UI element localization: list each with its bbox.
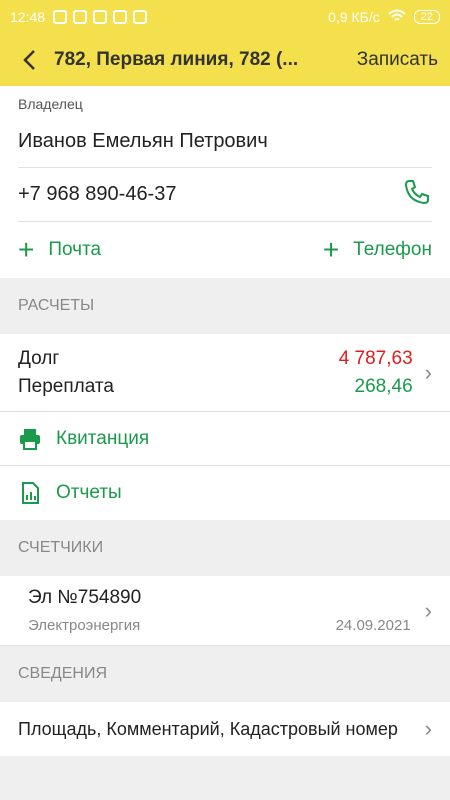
owner-name: Иванов Емельян Петрович xyxy=(18,112,432,168)
details-section-title: СВЕДЕНИЯ xyxy=(0,646,450,702)
plus-icon: + xyxy=(322,234,340,265)
calculations-card: Долг Переплата 4 787,63 268,46 › Квитанц… xyxy=(0,334,450,520)
add-contacts-row: + Почта + Телефон xyxy=(18,222,432,278)
notification-icon xyxy=(113,10,128,24)
overpay-value: 268,46 xyxy=(354,375,413,397)
add-email-button[interactable]: + Почта xyxy=(18,236,101,264)
phone-icon xyxy=(404,179,429,204)
debt-label: Долг xyxy=(18,347,60,369)
add-phone-button[interactable]: + Телефон xyxy=(323,236,432,264)
reports-button[interactable]: Отчеты xyxy=(0,466,450,520)
owner-card: Владелец Иванов Емельян Петрович +7 968 … xyxy=(0,86,450,278)
save-button[interactable]: Записать xyxy=(357,49,438,71)
meter-type: Электроэнергия xyxy=(28,617,141,634)
add-email-label: Почта xyxy=(48,239,102,260)
receipt-button[interactable]: Квитанция xyxy=(0,412,450,466)
debt-value: 4 787,63 xyxy=(338,347,413,369)
battery-indicator: 22 xyxy=(413,10,440,24)
plus-icon: + xyxy=(18,234,35,265)
warning-icon xyxy=(93,10,108,24)
overpay-label: Переплата xyxy=(18,375,114,397)
notification-icon xyxy=(133,10,148,24)
notification-icon xyxy=(73,10,88,24)
details-summary: Площадь, Комментарий, Кадастровый номер xyxy=(18,718,398,739)
report-icon xyxy=(22,482,39,504)
details-row[interactable]: Площадь, Комментарий, Кадастровый номер … xyxy=(0,702,450,756)
wifi-icon xyxy=(388,9,406,26)
printer-icon xyxy=(20,428,40,450)
meter-item[interactable]: Эл №754890 Электроэнергия 24.09.2021 › xyxy=(0,576,450,646)
receipt-label: Квитанция xyxy=(56,427,150,449)
add-phone-label: Телефон xyxy=(353,239,432,260)
meter-date: 24.09.2021 xyxy=(335,617,411,634)
chevron-right-icon: › xyxy=(424,716,432,741)
network-speed: 0,9 КБ/с xyxy=(328,9,380,25)
call-button[interactable] xyxy=(402,177,432,213)
balance-row[interactable]: Долг Переплата 4 787,63 268,46 › xyxy=(0,334,450,412)
back-button[interactable] xyxy=(12,43,46,77)
reports-label: Отчеты xyxy=(56,482,122,503)
phone-row: +7 968 890-46-37 xyxy=(18,168,432,222)
calculations-section-title: РАСЧЕТЫ xyxy=(0,278,450,334)
meters-section-title: СЧЕТЧИКИ xyxy=(0,520,450,576)
meter-name: Эл №754890 xyxy=(28,587,142,608)
status-bar: 12:48 0,9 КБ/с 22 xyxy=(0,0,450,34)
notification-icons xyxy=(53,10,148,24)
notification-icon xyxy=(53,10,68,24)
phone-number: +7 968 890-46-37 xyxy=(18,183,177,205)
app-bar: 782, Первая линия, 782 (... Записать xyxy=(0,34,450,86)
status-time: 12:48 xyxy=(10,9,46,25)
chevron-left-icon xyxy=(23,50,35,70)
chevron-right-icon: › xyxy=(424,597,432,623)
chevron-right-icon: › xyxy=(424,359,432,385)
owner-label: Владелец xyxy=(18,96,83,112)
page-title: 782, Первая линия, 782 (... xyxy=(54,49,299,70)
